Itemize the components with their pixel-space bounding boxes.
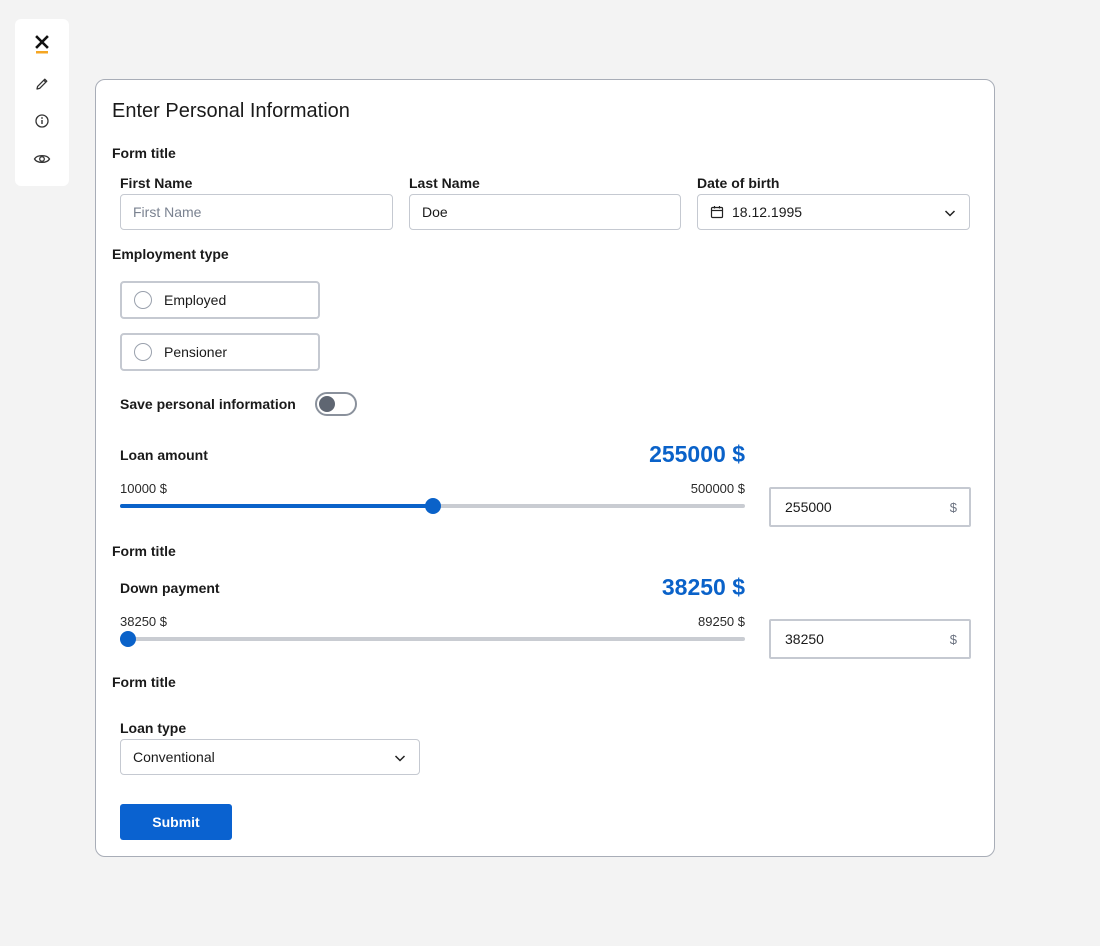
down-payment-label: Down payment [120, 580, 220, 596]
preview-button[interactable] [30, 147, 54, 171]
radio-pensioner[interactable]: Pensioner [120, 333, 320, 371]
radio-circle [134, 291, 152, 309]
currency-suffix: $ [949, 631, 957, 647]
loan-amount-display: 255000 $ [649, 441, 745, 467]
card-title: Enter Personal Information [112, 100, 350, 122]
loan-amount-label: Loan amount [120, 447, 208, 463]
eye-icon [33, 154, 51, 164]
loan-amount-field: $ [769, 487, 971, 527]
toggle-knob [319, 396, 335, 412]
personal-info-card: Enter Personal Information Form title Fi… [95, 79, 995, 857]
section-title: Form title [112, 543, 176, 559]
loan-amount-slider-fill [120, 504, 433, 508]
loan-type-value: Conventional [133, 749, 215, 765]
loan-type-select[interactable]: Conventional [120, 739, 420, 775]
last-name-label: Last Name [409, 175, 480, 191]
info-icon [35, 114, 49, 128]
edit-button[interactable] [30, 72, 54, 96]
dob-label: Date of birth [697, 175, 780, 191]
calendar-icon [710, 206, 724, 219]
side-toolbar [15, 19, 69, 186]
dob-value: 18.12.1995 [732, 204, 803, 220]
down-payment-slider-thumb[interactable] [120, 631, 136, 647]
radio-employed[interactable]: Employed [120, 281, 320, 319]
first-name-label: First Name [120, 175, 193, 191]
loan-amount-input[interactable] [785, 499, 925, 515]
down-payment-input[interactable] [785, 631, 925, 647]
save-info-label: Save personal information [120, 396, 296, 412]
employment-type-label: Employment type [112, 246, 229, 262]
loan-max-label: 500000 $ [690, 481, 745, 496]
down-payment-slider-track[interactable] [120, 637, 745, 641]
radio-label: Pensioner [164, 344, 228, 360]
first-name-input[interactable] [120, 194, 393, 230]
submit-button[interactable]: Submit [120, 804, 232, 840]
close-icon [35, 35, 49, 54]
loan-amount-slider-thumb[interactable] [424, 498, 441, 514]
radio-label: Employed [164, 292, 227, 308]
down-payment-min-label: 38250 $ [120, 614, 167, 629]
pencil-icon [36, 78, 48, 90]
dob-picker[interactable]: 18.12.1995 [697, 194, 970, 230]
loan-type-label: Loan type [120, 720, 187, 736]
currency-suffix: $ [949, 499, 957, 515]
radio-circle [134, 343, 152, 361]
save-info-toggle[interactable] [315, 392, 357, 416]
loan-min-label: 10000 $ [120, 481, 167, 496]
section-title: Form title [112, 145, 176, 161]
close-button[interactable] [30, 33, 54, 57]
section-title: Form title [112, 674, 176, 690]
down-payment-display: 38250 $ [661, 574, 745, 600]
info-button[interactable] [30, 109, 54, 133]
down-payment-field: $ [769, 619, 971, 659]
last-name-input[interactable] [409, 194, 681, 230]
chevron-down-icon [394, 755, 406, 762]
down-payment-max-label: 89250 $ [698, 614, 745, 629]
chevron-down-icon [944, 210, 956, 217]
